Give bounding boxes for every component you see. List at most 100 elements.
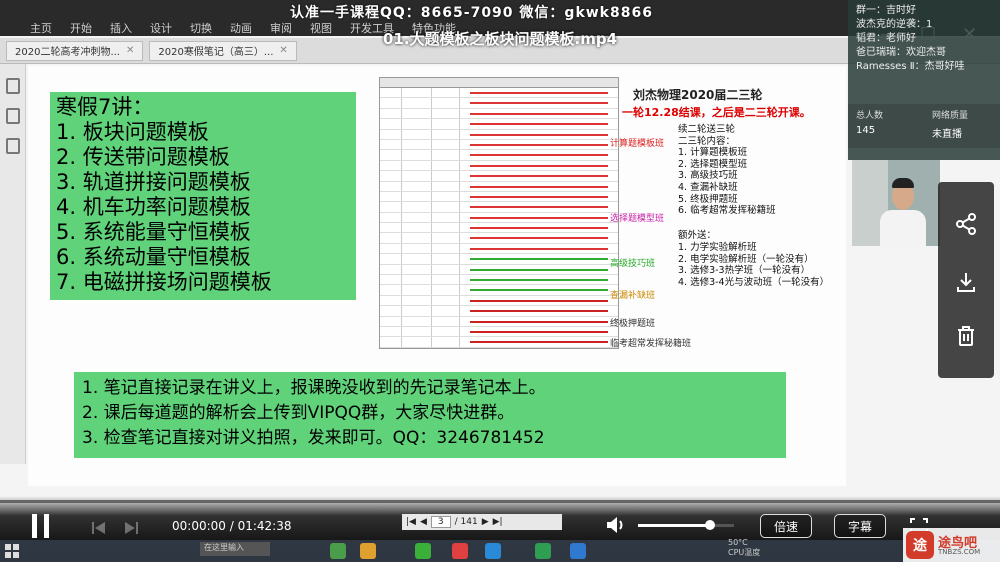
next-page-icon[interactable]: ▶ <box>482 517 489 527</box>
play-pause-icon[interactable] <box>30 514 54 540</box>
chat-message: 群一：吉时好 <box>856 5 916 16</box>
taskbar-app-icon[interactable] <box>570 543 586 559</box>
schedule-row <box>380 108 618 120</box>
file-icon[interactable] <box>5 78 20 94</box>
note-line: 2. 课后每道题的解析会上传到VIPQQ群，大家尽快进群。 <box>82 403 515 423</box>
page-navigator: |◀ ◀ 3 / 141 ▶ ▶| <box>402 514 562 530</box>
screen: 认准一手课程QQ：8665-7090 微信：gkwk8866 主页 开始 插入 … <box>0 0 1000 562</box>
schedule-row <box>380 119 618 130</box>
lesson-item: 7. 电磁拼接场问题模板 <box>56 270 272 294</box>
logo-url: TNBZS.COM <box>938 548 981 556</box>
speed-button[interactable]: 倍速 <box>760 514 812 538</box>
lesson-item: 1. 板块问题模板 <box>56 120 209 144</box>
schedule-row <box>380 150 618 161</box>
schedule-row <box>380 275 618 286</box>
schedule-row <box>380 223 618 234</box>
volume-icon[interactable] <box>606 516 628 534</box>
plan-list-item: 6. 临考超常发挥秘籍班 <box>678 205 776 217</box>
plan-list-item: 5. 终极押题班 <box>678 193 738 205</box>
taskbar-app-icon[interactable] <box>330 543 346 559</box>
schedule-row <box>380 212 618 224</box>
volume-knob[interactable] <box>705 520 715 530</box>
schedule-row <box>380 316 618 327</box>
chat-message: 波杰克的逆袭：1 <box>856 19 933 30</box>
schedule-row <box>380 306 618 317</box>
schedule-row <box>380 337 618 348</box>
taskbar-search[interactable]: 在这里输入 <box>200 542 270 556</box>
prev-page-icon[interactable]: ◀ <box>420 517 427 527</box>
lesson-item: 5. 系统能量守恒模板 <box>56 220 251 244</box>
stat-value: 145 <box>856 125 876 136</box>
plan-list-item: 续二轮送三轮 <box>678 124 736 135</box>
schedule-table-image <box>379 77 619 349</box>
windows-start-icon[interactable] <box>4 543 20 559</box>
subtitle-button[interactable]: 字幕 <box>834 514 886 538</box>
share-icon[interactable] <box>938 204 994 244</box>
stat-network: 网络质量 未直播 <box>924 104 1000 148</box>
chat-message: Ramesses Ⅱ：杰哥好哇 <box>856 61 965 72</box>
plan-list-item: 4. 选修3-4光与波动班（一轮没有） <box>678 276 830 288</box>
taskbar-app-icon[interactable] <box>452 543 468 559</box>
logo-mark: 途 <box>906 531 934 559</box>
side-label: 选择题模型班 <box>610 214 665 224</box>
lesson-item: 3. 轨道拼接问题模板 <box>56 170 251 194</box>
plan-subtitle: 一轮12.28结课，之后是二三轮开课。 <box>622 106 811 119</box>
first-page-icon[interactable]: |◀ <box>406 517 416 527</box>
plan-list-item <box>678 217 829 229</box>
side-label: 高级技巧班 <box>610 259 656 269</box>
volume-slider[interactable] <box>638 520 734 530</box>
chat-message: 爸已瑞瑞：欢迎杰哥 <box>856 47 946 58</box>
left-toolbar <box>0 64 26 464</box>
live-stats: 总人数 145 网络质量 未直播 <box>848 104 1000 148</box>
download-icon[interactable] <box>938 262 994 302</box>
lesson-item: 2. 传送带问题模板 <box>56 145 230 169</box>
schedule-row <box>380 88 618 99</box>
plan-list-item: 1. 力学实验解析班 <box>678 241 757 253</box>
schedule-row <box>380 254 618 265</box>
next-icon[interactable] <box>124 520 138 534</box>
folder-icon[interactable] <box>5 138 20 154</box>
schedule-row <box>380 139 618 151</box>
schedule-header <box>380 78 618 88</box>
page-input[interactable]: 3 <box>430 516 451 528</box>
schedule-row <box>380 98 618 109</box>
trash-icon[interactable] <box>938 316 994 356</box>
schedule-row <box>380 202 618 213</box>
plan-list: 续二轮送三轮 二三轮内容： 1. 计算题模板班 2. 选择题模型班 3. 高级技巧班 4.… <box>678 124 829 288</box>
side-action-bar <box>938 182 994 378</box>
volume-fill <box>638 524 710 527</box>
plan-list-item: 3. 选修3-3热学班（一轮没有） <box>678 265 811 277</box>
chat-message: 韬君：老师好 <box>856 33 916 44</box>
teacher-webcam <box>852 160 940 246</box>
page-total: / 141 <box>454 517 478 527</box>
prev-icon[interactable] <box>92 520 106 534</box>
plan-list-item: 2. 选择题模型班 <box>678 158 748 170</box>
clock-line: 50°C <box>728 538 748 547</box>
taskbar-app-icon[interactable] <box>535 543 551 559</box>
clock-line: CPU温度 <box>728 548 761 557</box>
playback-time: 00:00:00 / 01:42:38 <box>172 519 292 533</box>
schedule-row <box>380 171 618 182</box>
taskbar-app-icon[interactable] <box>415 543 431 559</box>
schedule-row <box>380 233 618 244</box>
schedule-row <box>380 181 618 192</box>
note-line: 1. 笔记直接记录在讲义上，报课晚没收到的先记录笔记本上。 <box>82 378 546 398</box>
stat-value: 未直播 <box>932 129 962 140</box>
side-label: 计算题模板班 <box>610 139 665 149</box>
seek-bar[interactable] <box>0 500 1000 503</box>
plan-list-item: 1. 计算题模板班 <box>678 147 748 159</box>
last-page-icon[interactable]: ▶| <box>493 517 503 527</box>
note-line: 3. 检查笔记直接对讲义拍照，发来即可。QQ：3246781452 <box>82 428 545 448</box>
lesson-list-box: 寒假7讲： 1. 板块问题模板 2. 传送带问题模板 3. 轨道拼接问题模板 4… <box>50 92 356 300</box>
slide-canvas: 寒假7讲： 1. 板块问题模板 2. 传送带问题模板 3. 轨道拼接问题模板 4… <box>28 66 846 486</box>
taskbar-app-icon[interactable] <box>485 543 501 559</box>
schedule-row <box>380 243 618 255</box>
taskbar-app-icon[interactable] <box>360 543 376 559</box>
stat-label: 总人数 <box>856 111 884 121</box>
schedule-row <box>380 295 618 307</box>
plan-list-item: 2. 电学实验解析班（一轮没有） <box>678 253 814 265</box>
stat-total: 总人数 145 <box>848 104 924 148</box>
plan-list-item: 额外送： <box>678 230 717 242</box>
plan-list-item: 3. 高级技巧班 <box>678 170 738 182</box>
copy-icon[interactable] <box>5 108 20 124</box>
